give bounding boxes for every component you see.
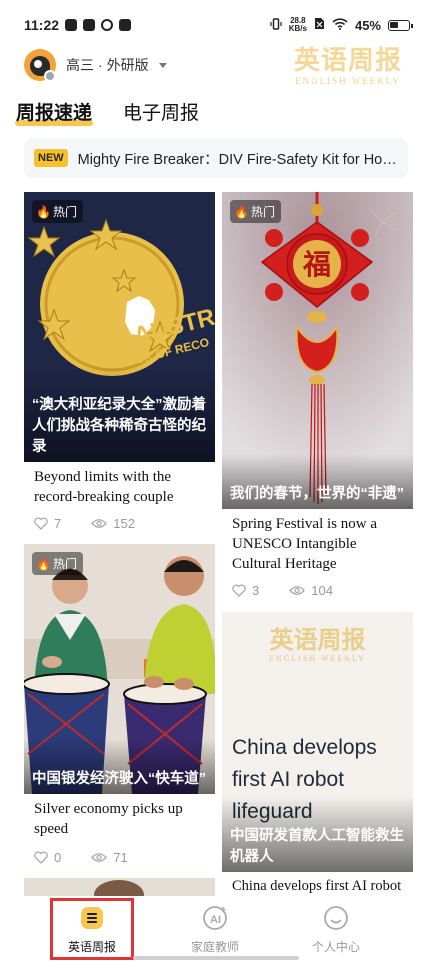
like-count: 0 xyxy=(54,850,62,865)
article-stats: 3 104 xyxy=(232,583,333,598)
battery-percent: 45% xyxy=(354,17,381,33)
bottom-nav: 英语周报 AI 家庭教师 个人中心 xyxy=(0,896,432,964)
hot-badge: 🔥 热门 xyxy=(230,200,281,223)
article-image-1: AUSTRAL OK OF RECO 🔥 热门 “澳大利亚纪录大全”激励着人们挑战… xyxy=(24,192,215,462)
nav-family-tutor[interactable]: AI 家庭教师 xyxy=(170,904,260,955)
calendar-icon xyxy=(119,19,132,31)
view-count: 104 xyxy=(311,583,333,598)
brand-logo-en: ENGLISH WEEKLY xyxy=(295,76,401,86)
tab-weekly-express[interactable]: 周报速递 xyxy=(16,98,92,125)
like-count: 3 xyxy=(252,583,260,598)
header: 高三 · 外研版 英语周报 ENGLISH WEEKLY xyxy=(0,46,432,92)
article-title: Spring Festival is now a UNESCO Intangib… xyxy=(232,516,377,572)
image-caption: “澳大利亚纪录大全”激励着人们挑战各种稀奇古怪的纪录 xyxy=(24,365,215,462)
active-nav-highlight xyxy=(50,898,134,960)
view-icon xyxy=(289,585,306,596)
article-card-4[interactable]: 英语周报 ENGLISH WEEKLY China develops first… xyxy=(222,612,413,896)
view-count: 152 xyxy=(113,516,135,531)
hot-badge-label: 热门 xyxy=(250,205,275,219)
tab-bar: 周报速递 电子周报 xyxy=(0,94,432,132)
article-title: Beyond limits with the record-breaking c… xyxy=(34,469,174,505)
vibrate-icon xyxy=(270,17,282,33)
like-icon[interactable] xyxy=(232,584,246,597)
hot-badge-label: 热门 xyxy=(52,557,77,571)
news-ticker[interactable]: NEW Mighty Fire Breaker：DIV Fire-Safety … xyxy=(24,138,408,178)
battery-icon xyxy=(388,19,413,31)
edition-label: 外研版 xyxy=(106,57,149,73)
separator: · xyxy=(98,57,103,73)
view-count: 71 xyxy=(113,850,128,865)
article-image-4: 英语周报 ENGLISH WEEKLY China develops first… xyxy=(222,612,413,872)
article-stats: 0 71 xyxy=(34,850,128,865)
view-icon xyxy=(91,852,108,863)
article-card-5-preview[interactable] xyxy=(24,878,215,896)
net-speed-unit: KB/s xyxy=(288,24,307,33)
svg-text:AI: AI xyxy=(210,914,221,926)
caret-down-icon xyxy=(158,62,167,68)
hot-badge: 🔥 热门 xyxy=(32,552,83,575)
avatar-badge-icon xyxy=(44,70,56,82)
nav-label: 家庭教师 xyxy=(190,940,239,954)
ticker-text: Mighty Fire Breaker：DIV Fire-Safety Kit … xyxy=(77,151,397,168)
brand-logo: 英语周报 ENGLISH WEEKLY xyxy=(288,46,408,90)
article-card-3[interactable]: 🔥 热门 中国银发经济驶入“快车道” Silver economy picks u… xyxy=(24,544,215,870)
image-caption: 我们的春节，世界的“非遗” xyxy=(222,454,413,509)
article-card-2[interactable]: 福 🔥 热门 我们的春节，世界的“非遗” Spring Festival is n… xyxy=(222,192,413,602)
net-speed: 28.8 KB/s xyxy=(289,17,307,33)
fire-icon: 🔥 xyxy=(36,556,51,571)
fire-icon: 🔥 xyxy=(36,204,51,219)
nav-personal-center[interactable]: 个人中心 xyxy=(291,904,381,955)
wifi-icon xyxy=(332,17,348,33)
home-indicator[interactable] xyxy=(133,956,299,960)
fire-icon: 🔥 xyxy=(234,204,249,219)
ai-tutor-icon: AI xyxy=(201,904,229,932)
sync-icon xyxy=(101,19,114,31)
article-image-2: 福 🔥 热门 我们的春节，世界的“非遗” xyxy=(222,192,413,509)
article-stats: 7 152 xyxy=(34,516,135,531)
brand-logo-cn: 英语周报 xyxy=(293,46,402,76)
view-icon xyxy=(91,518,108,529)
app-icon xyxy=(83,19,96,31)
image-brand-cn: 英语周报 xyxy=(269,625,366,654)
like-icon[interactable] xyxy=(34,517,48,530)
no-sim-icon xyxy=(314,17,325,33)
hot-badge-label: 热门 xyxy=(52,205,77,219)
article-card-1[interactable]: AUSTRAL OK OF RECO 🔥 热门 “澳大利亚纪录大全”激励着人们挑战… xyxy=(24,192,215,534)
article-title: China develops first AI robot xyxy=(232,878,402,894)
image-caption: 中国银发经济驶入“快车道” xyxy=(24,739,215,794)
image-brand-logo: 英语周报 ENGLISH WEEKLY xyxy=(222,625,413,664)
fu-character: 福 xyxy=(302,248,331,281)
like-count: 7 xyxy=(54,516,62,531)
image-brand-en: ENGLISH WEEKLY xyxy=(268,654,367,663)
tab-e-weekly[interactable]: 电子周报 xyxy=(123,98,199,125)
edition-selector[interactable]: 高三 · 外研版 xyxy=(66,55,167,75)
article-title: Silver economy picks up speed xyxy=(34,801,183,837)
article-image-3: 🔥 热门 中国银发经济驶入“快车道” xyxy=(24,544,215,794)
profile-icon xyxy=(322,904,350,932)
tiktok-icon xyxy=(65,19,78,31)
nav-label: 个人中心 xyxy=(311,940,360,954)
status-bar: 11:22 28.8 KB/s 45% xyxy=(0,0,432,50)
image-caption: 中国研发首款人工智能救生机器人 xyxy=(222,796,413,872)
user-grade: 高三 xyxy=(66,57,94,73)
like-icon[interactable] xyxy=(34,851,48,864)
hot-badge: 🔥 热门 xyxy=(32,200,83,223)
status-time: 11:22 xyxy=(24,17,60,33)
new-badge: NEW xyxy=(34,149,68,167)
